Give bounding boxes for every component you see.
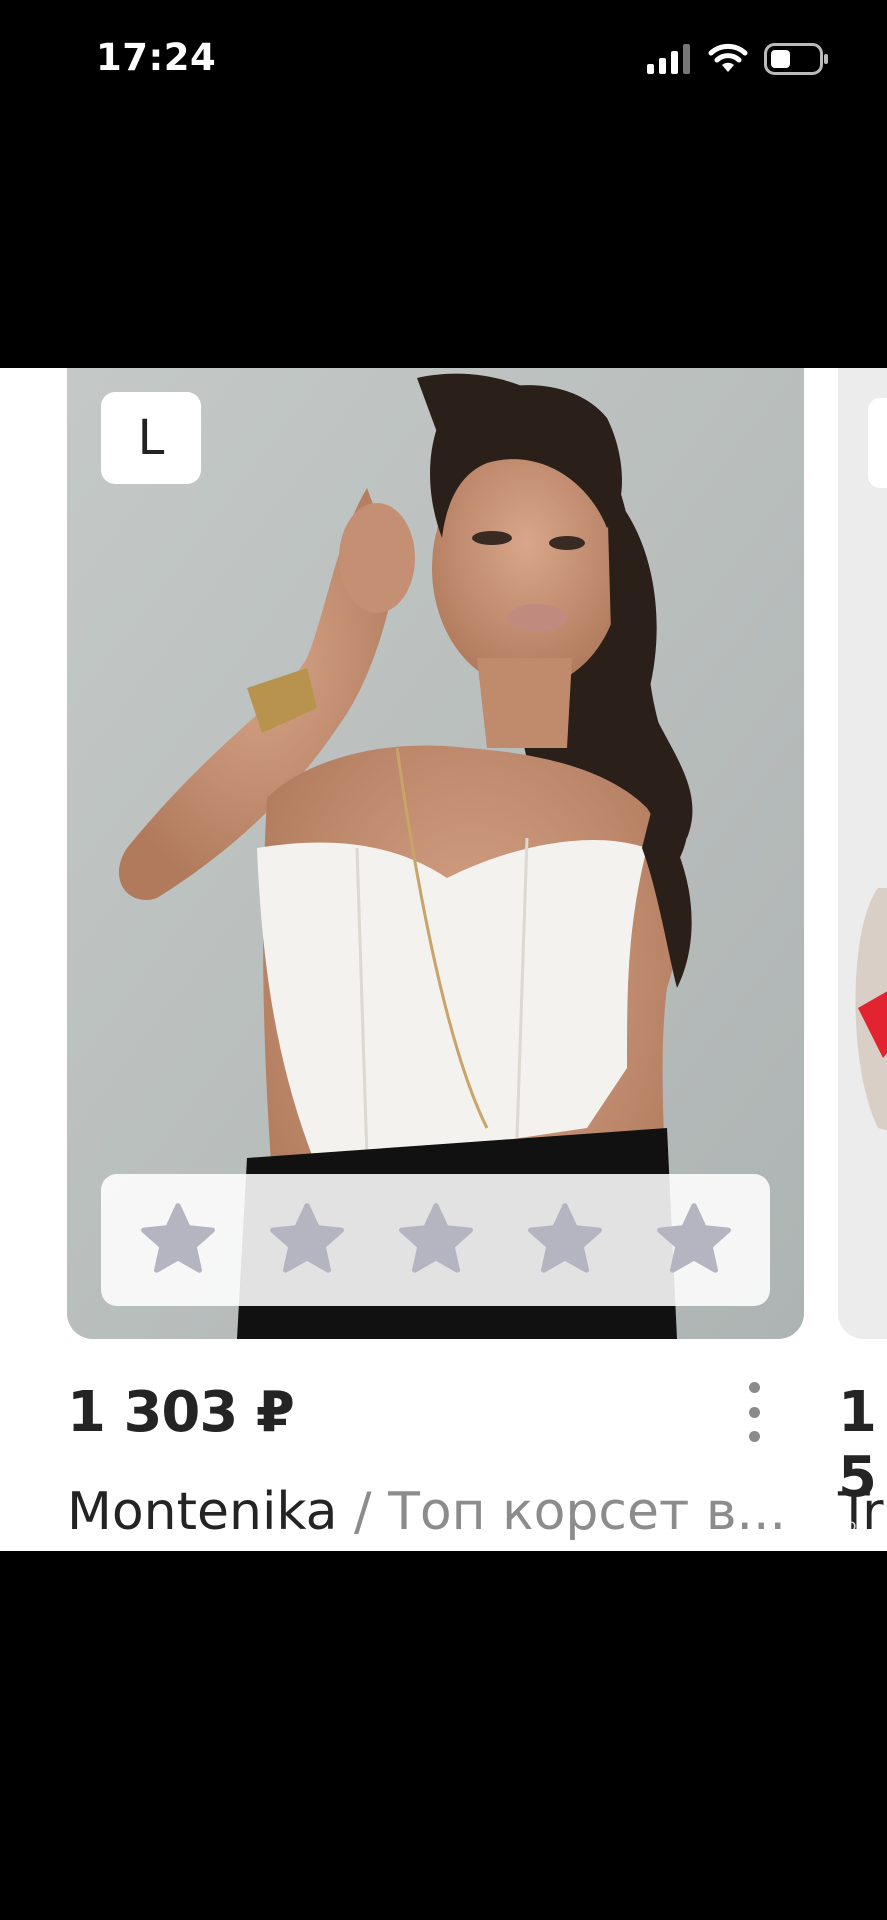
product-feed[interactable]: L 1 303 ₽ Montenika / Топ корсет в... 1 … (0, 368, 887, 1551)
watermark: ©Avito (797, 1516, 857, 1536)
star-icon[interactable] (394, 1198, 478, 1282)
wifi-icon (708, 43, 748, 72)
product-name: Топ корсет в... (388, 1482, 787, 1542)
status-time: 17:24 (96, 36, 217, 79)
star-icon[interactable] (652, 1198, 736, 1282)
next-product-image[interactable] (838, 368, 887, 1339)
size-badge: L (101, 392, 201, 484)
signal-icon (647, 44, 690, 74)
next-product-card[interactable]: 1 5 Tr (838, 368, 887, 1551)
dot-icon (748, 1431, 760, 1442)
title-separator: / (337, 1482, 389, 1542)
star-icon[interactable] (265, 1198, 349, 1282)
dot-icon (748, 1406, 760, 1418)
product-brand: Montenika (67, 1482, 338, 1542)
star-icon[interactable] (136, 1198, 220, 1282)
product-title[interactable]: Montenika / Топ корсет в... (67, 1482, 807, 1542)
product-card[interactable]: L 1 303 ₽ Montenika / Топ корсет в... (67, 368, 804, 1551)
rating-bar[interactable] (101, 1174, 770, 1306)
more-options-button[interactable] (739, 1376, 769, 1448)
dot-icon (748, 1382, 760, 1393)
battery-icon (764, 43, 828, 75)
next-product-photo (838, 368, 887, 1339)
product-image[interactable]: L (67, 368, 804, 1339)
star-icon[interactable] (523, 1198, 607, 1282)
product-price: 1 303 ₽ (67, 1380, 295, 1445)
